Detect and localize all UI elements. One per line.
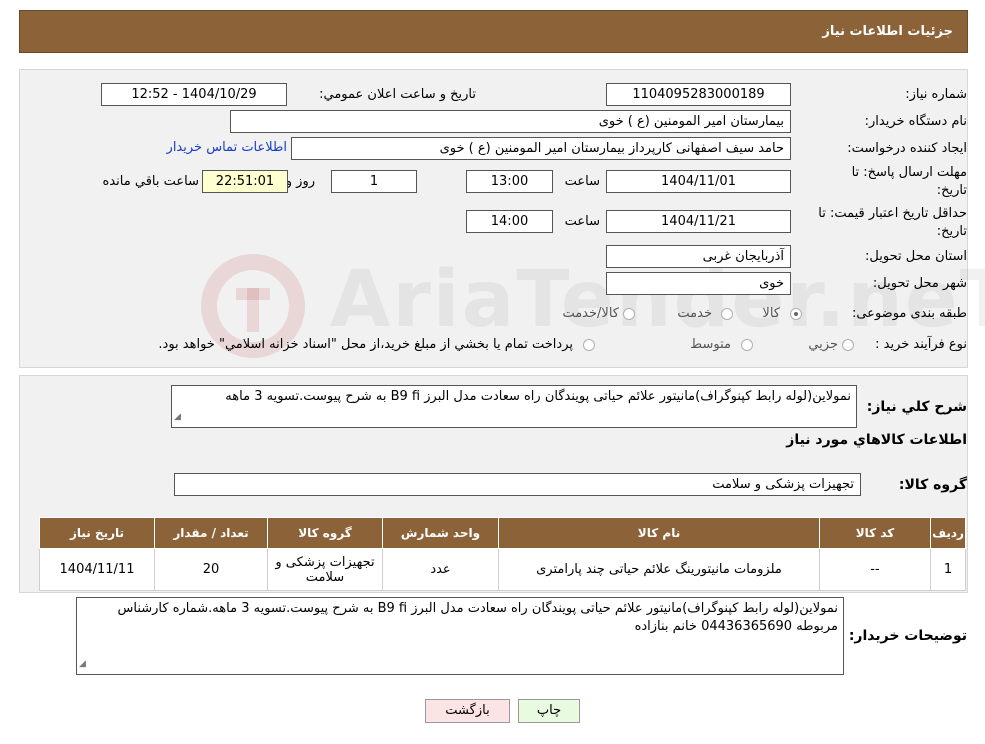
print-button[interactable]: چاپ (518, 699, 580, 723)
buyer-notes-field: نمولاین(لوله رابط کپنوگراف)مانیتور علائم… (76, 597, 844, 675)
category-option-goods-service: کالا/خدمت (562, 306, 619, 321)
back-button[interactable]: بازگشت (425, 699, 510, 723)
cell-qty: 20 (154, 548, 268, 591)
process-radio-medium[interactable] (741, 339, 753, 351)
process-radio-treasury[interactable] (583, 339, 595, 351)
cell-date: 1404/11/11 (39, 548, 155, 591)
col-unit: واحد شمارش (382, 517, 499, 549)
treasury-note: پرداخت تمام يا بخشي از مبلغ خريد،از محل … (158, 337, 573, 352)
province-label: استان محل تحويل: (865, 249, 967, 264)
buyer-notes-label: توضيحات خريدار: (848, 628, 967, 644)
col-code: کد کالا (819, 517, 931, 549)
col-date: تاريخ نياز (39, 517, 155, 549)
category-option-service: خدمت (677, 306, 712, 321)
days-label: روز و (285, 174, 315, 189)
province-field: آذربایجان غربی (606, 245, 791, 268)
table-row: 1 -- ملزومات مانیتورینگ علائم حیاتی چند … (39, 548, 966, 591)
process-option-medium: متوسط (690, 337, 731, 352)
buyer-contact-link[interactable]: اطلاعات تماس خريدار (167, 140, 287, 155)
category-option-goods: کالا (762, 306, 780, 321)
table-header-row: رديف کد کالا نام کالا واحد شمارش گروه کا… (39, 517, 966, 549)
description-field: نمولاین(لوله رابط کپنوگراف)مانیتور علائم… (171, 385, 857, 428)
cell-group: تجهیزات پزشکی و سلامت (267, 548, 383, 591)
col-row: رديف (930, 517, 966, 549)
reply-time-label: ساعت (564, 174, 600, 189)
reply-time-field: 13:00 (466, 170, 553, 193)
goods-info-title: اطلاعات کالاهاي مورد نياز (786, 432, 967, 448)
remaining-label: ساعت باقي مانده (102, 174, 199, 189)
description-label: شرح کلي نياز: (866, 399, 967, 415)
reply-deadline-label: مهلت ارسال پاسخ: تا (851, 165, 967, 180)
price-validity-date-field: 1404/11/21 (606, 210, 791, 233)
description-text: نمولاین(لوله رابط کپنوگراف)مانیتور علائم… (225, 389, 851, 404)
process-radio-minor[interactable] (842, 339, 854, 351)
remaining-time-field: 22:51:01 (202, 170, 288, 193)
resize-handle-icon[interactable]: ◢ (79, 655, 86, 673)
cell-name: ملزومات مانیتورینگ علائم حیاتی چند پارام… (498, 548, 820, 591)
cell-unit: عدد (382, 548, 499, 591)
process-option-minor: جزيي (808, 337, 838, 352)
buyer-org-label: نام دستگاه خريدار: (864, 114, 967, 129)
resize-handle-icon[interactable]: ◢ (174, 408, 181, 426)
city-field: خوی (606, 272, 791, 295)
reply-date-field: 1404/11/01 (606, 170, 791, 193)
goods-group-field: تجهیزات پزشکی و سلامت (174, 473, 861, 496)
col-group: گروه کالا (267, 517, 383, 549)
category-radio-goods[interactable] (790, 308, 802, 320)
page-title: جزئيات اطلاعات نياز (822, 24, 953, 39)
price-validity-label: حداقل تاريخ اعتبار قيمت: تا (818, 206, 967, 221)
announce-label: تاريخ و ساعت اعلان عمومي: (319, 87, 476, 102)
need-number-label: شماره نياز: (905, 87, 967, 102)
price-validity-time-label: ساعت (564, 214, 600, 229)
cell-code: -- (819, 548, 931, 591)
cell-row: 1 (930, 548, 966, 591)
buyer-org-field: بیمارستان امیر المومنین (ع ) خوی (230, 110, 791, 133)
category-label: طبقه بندی موضوعی: (851, 306, 967, 321)
requester-label: ايجاد کننده درخواست: (847, 141, 967, 156)
category-radio-goods-service[interactable] (623, 308, 635, 320)
watermark-text: AriaTender.neT (330, 255, 985, 345)
price-validity-label-2: تاريخ: (936, 224, 967, 239)
buyer-notes-text: نمولاین(لوله رابط کپنوگراف)مانیتور علائم… (117, 601, 839, 634)
price-validity-time-field: 14:00 (466, 210, 553, 233)
col-name: نام کالا (498, 517, 820, 549)
need-number-field: 1104095283000189 (606, 83, 791, 106)
reply-deadline-label-2: تاريخ: (936, 183, 967, 198)
city-label: شهر محل تحويل: (872, 276, 967, 291)
category-radio-service[interactable] (721, 308, 733, 320)
page-header: جزئيات اطلاعات نياز (19, 10, 968, 53)
reply-days-field: 1 (331, 170, 417, 193)
purchase-process-label: نوع فرآيند خريد : (875, 337, 967, 352)
col-qty: تعداد / مقدار (154, 517, 268, 549)
goods-group-label: گروه کالا: (898, 477, 967, 493)
requester-field: حامد سیف اصفهانی کارپرداز بیمارستان امیر… (291, 137, 791, 160)
goods-table: رديف کد کالا نام کالا واحد شمارش گروه کا… (39, 517, 966, 591)
announce-field: 1404/10/29 - 12:52 (101, 83, 287, 106)
